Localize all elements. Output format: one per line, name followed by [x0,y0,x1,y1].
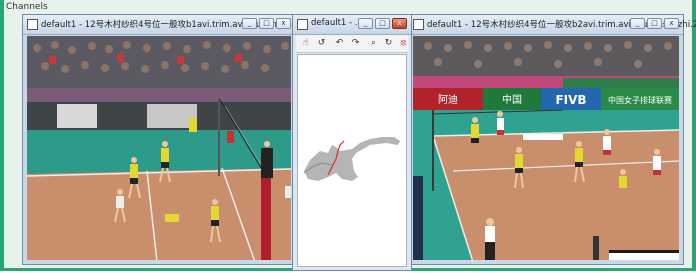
trajectory-canvas[interactable] [297,54,407,267]
trajectory-popup-window[interactable]: default1 - ... _ □ x ☝ ↺ ↶ ↷ ⌕ ↻ ⦻ [292,14,412,271]
refresh-icon[interactable]: ↻ [381,36,396,50]
right-volleyball-scene: 阿迪 中国 FIVB 中国女子排球联赛 [413,36,679,260]
redo-icon[interactable]: ↷ [348,36,363,50]
close-button[interactable]: x [664,18,679,29]
window-icon [27,19,38,30]
close-red-icon[interactable]: ⦻ [396,36,411,50]
minimize-button[interactable]: _ [242,18,257,29]
banner-fivb: FIVB [555,93,586,107]
left-window-title: default1 - 12号木村纱织4号位一般攻b1avi.trim.avi/m… [41,20,316,30]
popup-titlebar[interactable]: default1 - ... _ □ x [293,15,411,35]
trajectory-plot [303,137,400,181]
hand-up-icon[interactable]: ☝ [298,36,313,50]
channels-title-text: Channels [6,2,48,12]
rotate-icon[interactable]: ↺ [314,36,329,50]
right-video-frame[interactable]: 阿迪 中国 FIVB 中国女子排球联赛 [413,36,679,260]
maximize-button[interactable]: □ [259,18,274,29]
banner-league: 中国女子排球联赛 [608,95,672,105]
left-video-window[interactable]: default1 - 12号木村纱织4号位一般攻b1avi.trim.avi/m… [22,14,316,265]
trajectory-shape [304,137,400,181]
banner-adidas: 阿迪 [438,94,458,106]
popup-title: default1 - ... [311,18,363,28]
close-button[interactable]: x [276,18,291,29]
minimize-button[interactable]: _ [630,18,645,29]
window-icon [413,19,424,30]
channels-window: Channels default1 - 12号木村纱织4号位一般攻b1avi.t… [0,0,696,271]
right-window-titlebar[interactable]: default1 - 12号木村纱织4号位一般攻b2avi.trim.avi/m… [409,15,696,35]
channels-title: Channels [4,0,48,14]
maximize-button[interactable]: □ [375,18,390,29]
right-video-window[interactable]: default1 - 12号木村纱织4号位一般攻b2avi.trim.avi/m… [408,14,696,265]
left-video-frame[interactable] [27,36,291,260]
zoom-out-icon[interactable]: ⌕ [366,36,381,50]
banner-china: 中国 [502,93,522,106]
minimize-button[interactable]: _ [358,18,373,29]
maximize-button[interactable]: □ [647,18,662,29]
popup-toolbar: ☝ ↺ ↶ ↷ ⌕ ↻ ⦻ [296,35,408,53]
undo-icon[interactable]: ↶ [332,36,347,50]
close-button[interactable]: x [392,18,407,29]
left-volleyball-scene [27,36,291,260]
window-icon [297,19,308,30]
